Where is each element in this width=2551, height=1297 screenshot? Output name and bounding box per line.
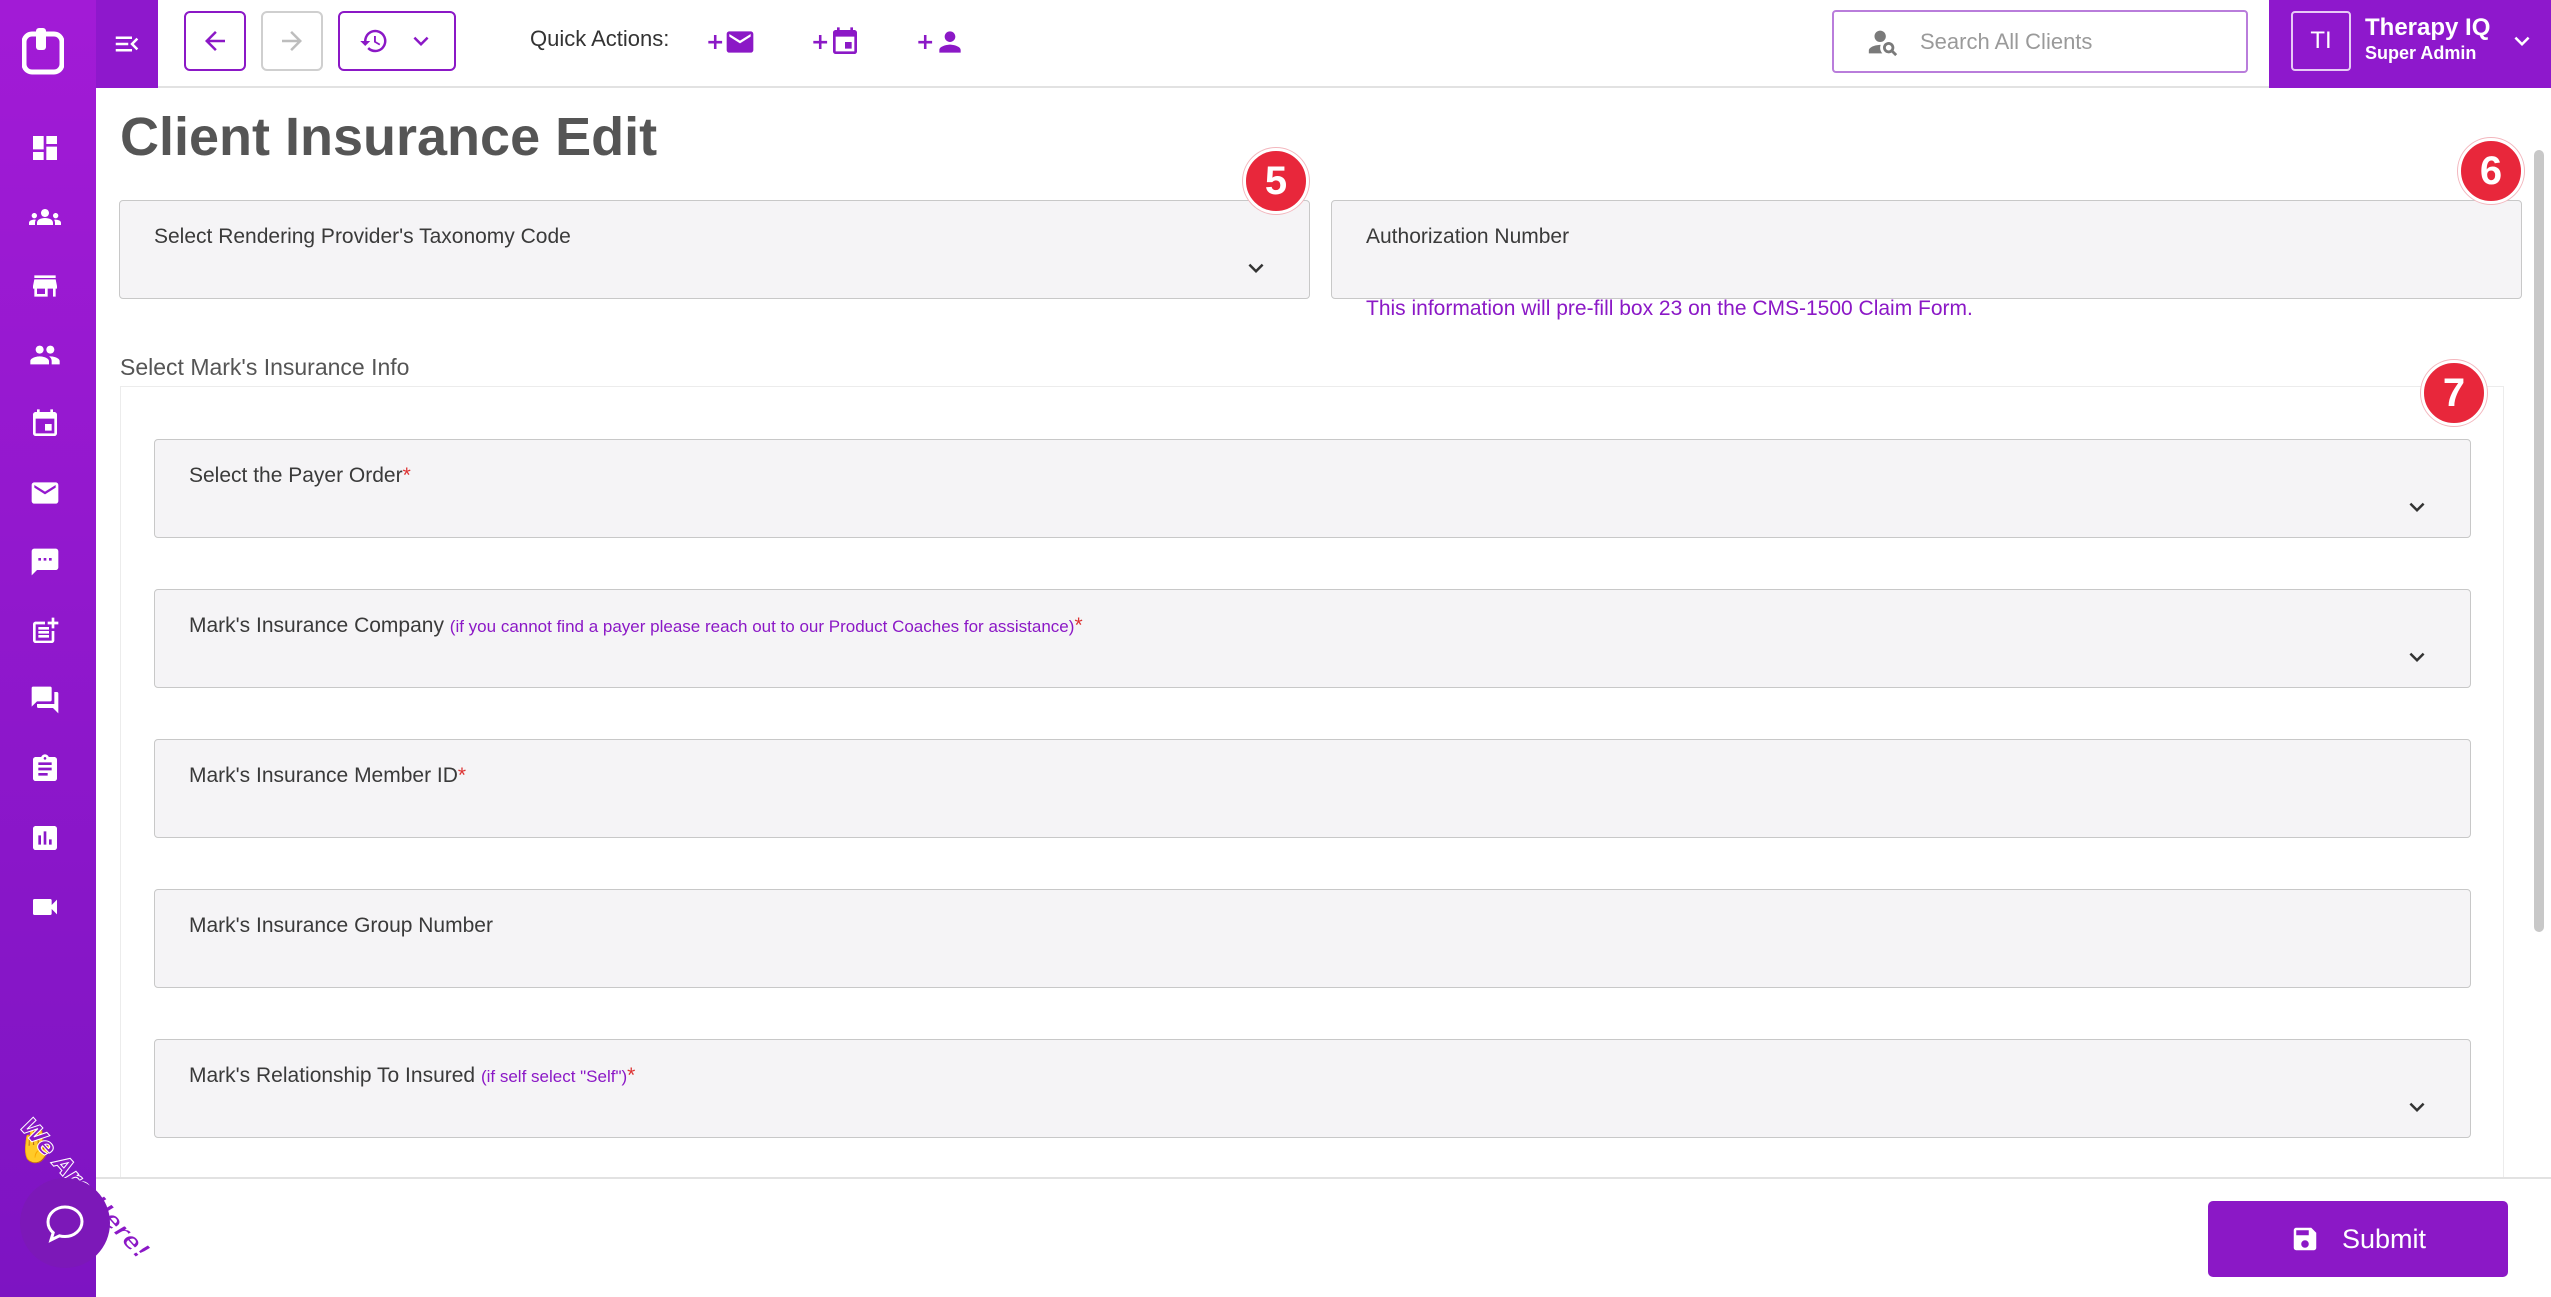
chevron-down-icon [413,36,428,46]
chevron-down-icon [2409,1102,2425,1112]
calendar-icon[interactable] [28,407,62,441]
menu-toggle-button[interactable] [96,0,158,88]
menu-collapse-icon [115,36,139,52]
forward-button[interactable] [261,11,323,71]
history-icon [359,29,386,53]
taxonomy-code-select[interactable]: Select Rendering Provider's Taxonomy Cod… [119,200,1310,299]
relationship-label-text: Mark's Relationship To Insured [189,1064,476,1087]
chart-icon[interactable] [28,821,62,855]
authorization-number-label: Authorization Number [1366,225,1570,248]
dashboard-icon[interactable] [28,131,62,165]
quick-add-client-button[interactable]: + [916,22,966,62]
insurance-company-select[interactable]: Mark's Insurance Company (if you cannot … [154,589,2471,688]
chevron-down-icon [2409,652,2425,662]
taxonomy-code-label: Select Rendering Provider's Taxonomy Cod… [154,225,571,248]
chat-bubble-icon [46,1205,84,1243]
app-logo[interactable] [22,28,64,76]
insurance-company-label-text: Mark's Insurance Company [189,614,444,637]
history-dropdown-button[interactable] [338,11,456,71]
relationship-select[interactable]: Mark's Relationship To Insured (if self … [154,1039,2471,1138]
user-role: Super Admin [2365,43,2477,63]
mail-icon [727,31,754,53]
person-icon [939,31,962,53]
member-id-field[interactable]: Mark's Insurance Member ID* [154,739,2471,838]
plus-prefix: + [706,29,725,55]
calendar-icon [833,27,858,54]
relationship-hint: (if self select "Self") [480,1067,628,1086]
payer-order-label: Select the Payer Order* [189,464,411,488]
required-marker: * [1074,614,1083,637]
insurance-company-hint: (if you cannot find a payer please reach… [449,617,1075,636]
group-number-field[interactable]: Mark's Insurance Group Number [154,889,2471,988]
user-menu[interactable]: TI Therapy IQ Super Admin [2269,0,2551,88]
relationship-label: Mark's Relationship To Insured (if self … [189,1064,635,1088]
arrow-left-icon [205,31,225,51]
store-icon[interactable] [28,269,62,303]
video-icon[interactable] [28,890,62,924]
plus-prefix: + [916,29,935,55]
sidebar [0,0,96,1297]
topbar: Quick Actions: + + + Search All Clients … [96,0,2551,88]
back-button[interactable] [184,11,246,71]
plus-prefix: + [811,29,830,55]
chevron-down-icon [2514,36,2530,46]
quick-actions-label: Quick Actions: [530,26,670,51]
people-icon[interactable] [28,338,62,372]
groups-icon[interactable] [28,200,62,234]
member-id-label: Mark's Insurance Member ID* [189,764,466,788]
step-badge-7: 7 [2421,360,2487,426]
required-marker: * [457,764,467,787]
group-number-label: Mark's Insurance Group Number [189,914,493,937]
required-marker: * [402,464,411,487]
chat-icon[interactable] [28,545,62,579]
insurance-company-label: Mark's Insurance Company (if you cannot … [189,614,1083,638]
arrow-right-icon [282,31,302,51]
authorization-number-field[interactable]: Authorization Number [1331,200,2522,299]
scrollbar[interactable] [2534,150,2544,932]
save-icon [2293,1227,2317,1251]
authorization-helper-text: This information will pre-fill box 23 on… [1366,297,1973,320]
chat-widget-button[interactable] [20,1178,110,1268]
assignment-icon[interactable] [28,752,62,786]
member-id-label-text: Mark's Insurance Member ID [189,764,458,787]
required-marker: * [627,1064,636,1087]
quick-add-appointment-button[interactable]: + [811,22,861,62]
insurance-section-label: Select Mark's Insurance Info [120,354,410,380]
user-name: Therapy IQ [2365,14,2491,41]
chevron-down-icon [2409,502,2425,512]
forum-icon[interactable] [28,683,62,717]
submit-button[interactable]: Submit [2208,1201,2508,1277]
step-badge-6: 6 [2458,138,2524,204]
bottom-action-bar [96,1177,2551,1297]
person-search-icon [1868,30,1898,56]
payer-order-select[interactable]: Select the Payer Order* [154,439,2471,538]
app-root: Quick Actions: + + + Search All Clients … [0,0,2551,1297]
search-input[interactable]: Search All Clients [1832,10,2248,73]
note-add-icon[interactable] [28,614,62,648]
mail-icon[interactable] [28,476,62,510]
chevron-down-icon [1248,263,1264,273]
step-badge-5: 5 [1243,148,1309,214]
quick-add-message-button[interactable]: + [706,22,756,62]
search-placeholder: Search All Clients [1920,28,2093,54]
page-title: Client Insurance Edit [120,107,658,167]
avatar: TI [2291,11,2351,71]
payer-order-label-text: Select the Payer Order [189,464,403,487]
submit-label: Submit [2341,1223,2427,1254]
